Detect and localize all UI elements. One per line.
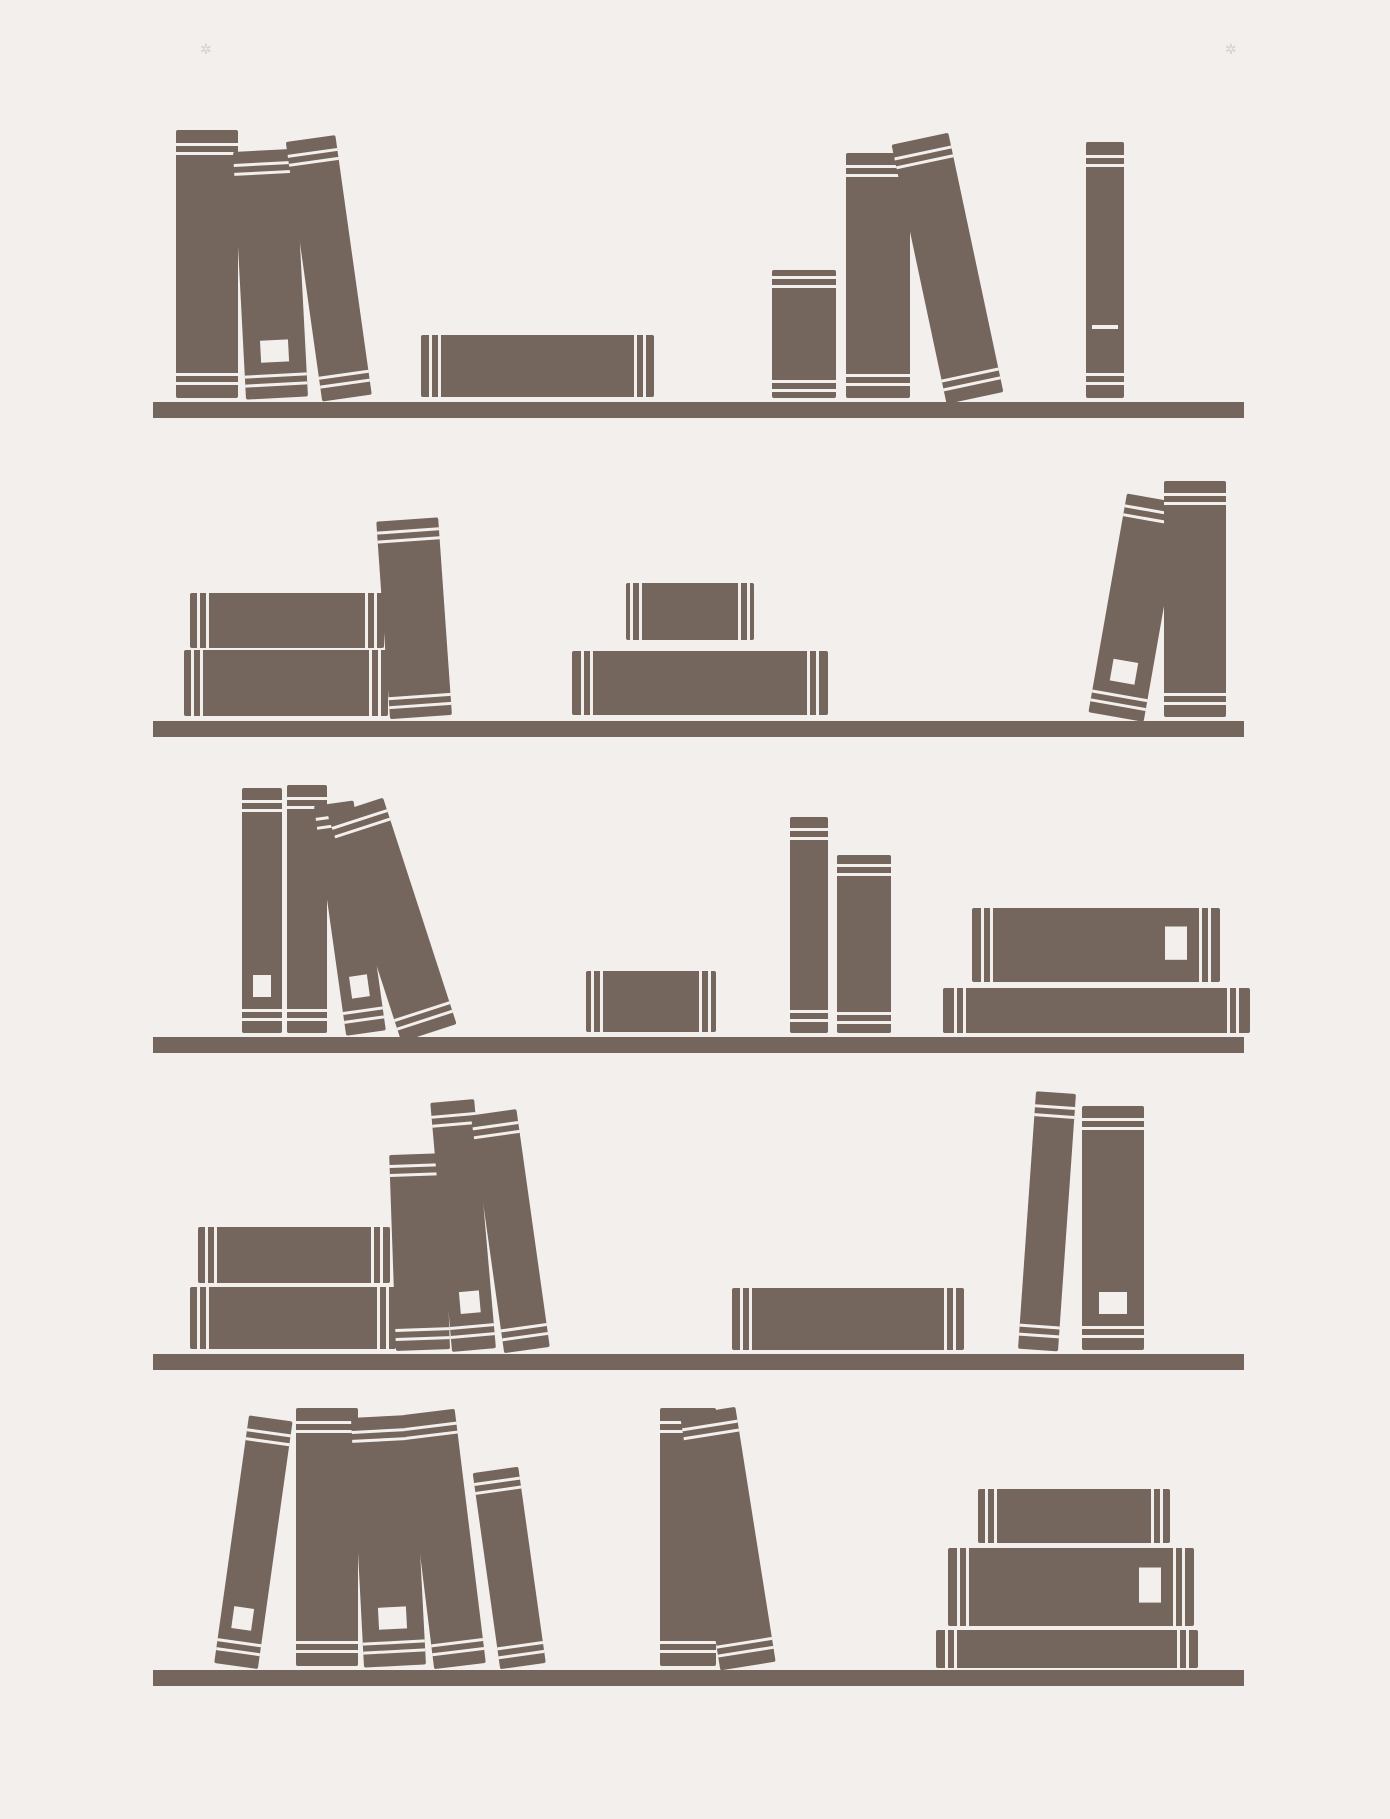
book <box>586 971 716 1032</box>
book <box>176 130 238 398</box>
book <box>1018 1091 1076 1352</box>
book <box>1086 142 1124 398</box>
book <box>972 908 1220 982</box>
book <box>846 153 910 398</box>
book <box>936 1630 1198 1668</box>
book <box>1164 481 1226 717</box>
bookshelf-drawing <box>153 130 1250 1686</box>
book-label <box>377 1606 408 1630</box>
book-label <box>1165 926 1187 960</box>
book <box>790 817 828 1033</box>
book <box>190 593 384 648</box>
book-label <box>1139 1567 1161 1603</box>
book <box>626 583 754 640</box>
bookshelf-illustration: ✲ ✲ <box>0 0 1390 1815</box>
book <box>978 1489 1170 1543</box>
shelf-board <box>153 1670 1244 1686</box>
book-label <box>458 1290 481 1315</box>
book-label <box>1099 1292 1127 1314</box>
book <box>943 988 1250 1033</box>
book <box>948 1548 1194 1626</box>
shelf-board <box>153 402 1244 418</box>
book-label <box>259 339 290 363</box>
book <box>837 855 891 1033</box>
shelf-board <box>153 1037 1244 1053</box>
book <box>1082 1106 1144 1350</box>
book <box>184 650 388 716</box>
book-label <box>253 975 271 997</box>
pushpin-icon: ✲ <box>1225 42 1237 58</box>
shelf-board <box>153 1354 1244 1370</box>
book <box>421 335 654 397</box>
shelf-board <box>153 721 1244 737</box>
book-label <box>231 1606 255 1631</box>
book <box>772 270 836 398</box>
book <box>198 1227 390 1283</box>
book-label <box>349 974 370 999</box>
book <box>472 1466 546 1669</box>
book <box>296 1408 358 1666</box>
pushpin-icon: ✲ <box>200 42 212 58</box>
book-label <box>1109 658 1139 685</box>
book-label <box>1092 325 1118 329</box>
book <box>572 651 828 715</box>
book <box>214 1415 293 1669</box>
book <box>732 1288 964 1350</box>
book <box>242 788 282 1033</box>
book <box>190 1287 396 1349</box>
